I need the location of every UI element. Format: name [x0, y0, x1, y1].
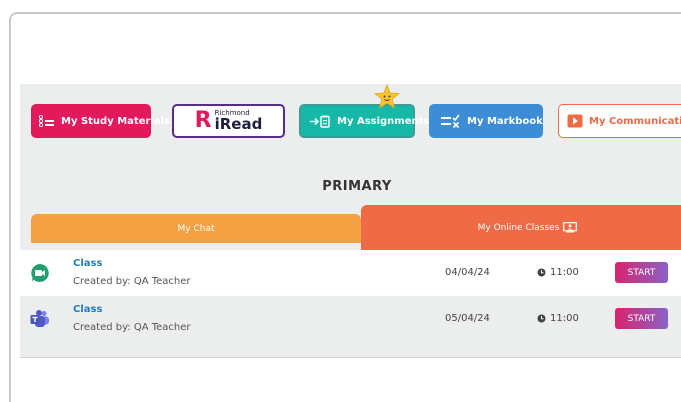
online-class-screen-icon	[563, 222, 578, 233]
online-classes-list: Class Created by: QA Teacher 04/04/24 11…	[20, 250, 681, 342]
main-panel: My Study Materials R Richmond iRead My A…	[20, 83, 681, 358]
class-time-value: 11:00	[550, 313, 579, 324]
star-mascot-icon	[373, 83, 401, 114]
tab-my-online-classes-label: My Online Classes	[477, 222, 560, 233]
tab-my-chat[interactable]: My Chat	[31, 214, 361, 243]
richmond-iread-logo: R Richmond iRead	[195, 110, 263, 132]
class-date: 04/04/24	[445, 267, 490, 278]
class-time: 11:00	[537, 313, 579, 324]
class-created-by: Created by: QA Teacher	[73, 322, 191, 333]
table-row: Class Created by: QA Teacher 04/04/24 11…	[20, 250, 681, 296]
my-assignments-label: My Assignments	[337, 115, 430, 127]
my-markbook-label: My Markbook	[467, 115, 543, 127]
play-video-icon	[567, 114, 583, 128]
section-title: PRIMARY	[322, 179, 392, 194]
clock-icon	[537, 268, 546, 277]
iread-brand-big: iRead	[214, 115, 263, 133]
class-title-link[interactable]: Class	[73, 258, 102, 269]
tab-my-chat-label: My Chat	[177, 223, 215, 234]
arrow-clipboard-icon	[309, 115, 331, 128]
class-time-value: 11:00	[550, 267, 579, 278]
richmond-iread-button[interactable]: R Richmond iRead	[172, 104, 285, 138]
class-date: 05/04/24	[445, 313, 490, 324]
checklist-icon	[441, 114, 461, 128]
my-study-materials-label: My Study Materials	[61, 115, 170, 127]
clock-icon	[537, 314, 546, 323]
my-communications-button[interactable]: My Communications	[558, 104, 681, 138]
my-markbook-button[interactable]: My Markbook	[429, 104, 543, 138]
class-title-link[interactable]: Class	[73, 304, 102, 315]
table-row: Class Created by: QA Teacher 05/04/24 11…	[20, 296, 681, 342]
tab-my-online-classes[interactable]: My Online Classes	[361, 205, 681, 250]
start-button[interactable]: START	[615, 262, 668, 283]
class-created-by: Created by: QA Teacher	[73, 276, 191, 287]
microsoft-teams-icon	[30, 309, 50, 329]
my-communications-label: My Communications	[589, 115, 681, 127]
iread-r-mark: R	[194, 108, 212, 133]
list-icon	[39, 115, 55, 127]
google-meet-icon	[30, 263, 50, 283]
class-time: 11:00	[537, 267, 579, 278]
my-study-materials-button[interactable]: My Study Materials	[31, 104, 170, 138]
app-frame: My Study Materials R Richmond iRead My A…	[9, 12, 681, 402]
start-button[interactable]: START	[615, 308, 668, 329]
